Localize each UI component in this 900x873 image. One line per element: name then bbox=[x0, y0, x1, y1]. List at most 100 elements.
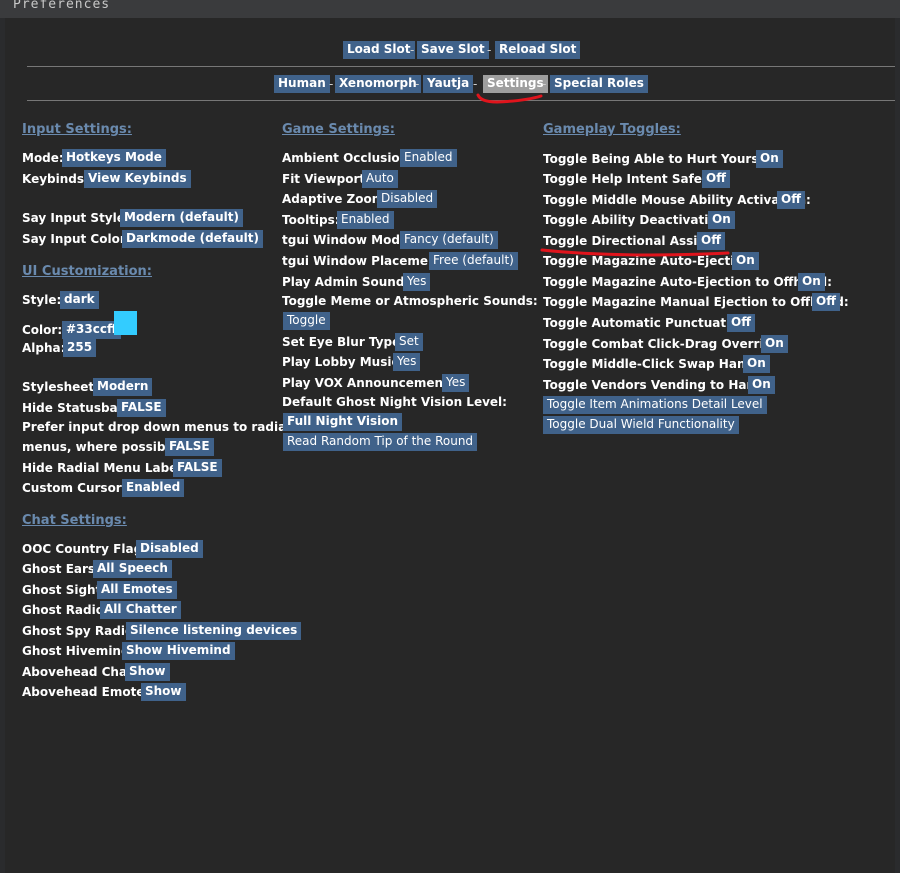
vendors-hands-button[interactable]: On bbox=[748, 376, 775, 394]
hide-radial-labels-label: Hide Radial Menu Labels: bbox=[22, 461, 194, 475]
swap-hands-button[interactable]: On bbox=[743, 355, 770, 373]
abovehead-chat-label: Abovehead Chat: bbox=[22, 665, 138, 679]
hide-statusbar-button[interactable]: FALSE bbox=[117, 399, 166, 417]
ghost-spy-radio-button[interactable]: Silence listening devices bbox=[126, 622, 302, 640]
tgui-window-mode-button[interactable]: Fancy (default) bbox=[400, 231, 498, 249]
admin-sounds-button[interactable]: Yes bbox=[403, 273, 431, 291]
dual-wield-button[interactable]: Toggle Dual Wield Functionality bbox=[543, 416, 739, 434]
chat-settings-heading: Chat Settings: bbox=[22, 513, 127, 528]
tooltips-label: Tooltips: bbox=[282, 213, 340, 227]
eye-blur-label: Set Eye Blur Type: bbox=[282, 335, 406, 349]
night-vision-button[interactable]: Full Night Vision bbox=[283, 413, 402, 431]
mode-button[interactable]: Hotkeys Mode bbox=[62, 149, 166, 167]
ghost-hivemind-button[interactable]: Show Hivemind bbox=[122, 642, 235, 660]
tgui-window-placement-label: tgui Window Placement: bbox=[282, 254, 448, 268]
alpha-label: Alpha: bbox=[22, 341, 66, 355]
lobby-music-label: Play Lobby Music: bbox=[282, 355, 404, 369]
keybinds-button[interactable]: View Keybinds bbox=[84, 170, 191, 188]
tab-yautja[interactable]: Yautja bbox=[423, 75, 474, 93]
radial-menus-button[interactable]: FALSE bbox=[165, 438, 214, 456]
say-input-style-label: Say Input Style: bbox=[22, 211, 130, 225]
load-slot-button[interactable]: Load Slot bbox=[343, 41, 415, 59]
say-input-color-label: Say Input Color: bbox=[22, 232, 131, 246]
ability-deactivation-button[interactable]: On bbox=[708, 211, 735, 229]
ghost-ears-label: Ghost Ears: bbox=[22, 562, 100, 576]
meme-sounds-label: Toggle Meme or Atmospheric Sounds: bbox=[282, 294, 538, 308]
night-vision-label: Default Ghost Night Vision Level: bbox=[282, 395, 507, 409]
meme-sounds-button[interactable]: Toggle bbox=[283, 312, 330, 330]
tgui-window-mode-label: tgui Window Mode: bbox=[282, 233, 413, 247]
abovehead-emotes-button[interactable]: Show bbox=[141, 683, 186, 701]
abovehead-chat-button[interactable]: Show bbox=[125, 663, 170, 681]
auto-ejection-offhand-label: Toggle Magazine Auto-Ejection to Offhand… bbox=[543, 275, 832, 289]
eye-blur-button[interactable]: Set bbox=[395, 333, 423, 351]
radial-menus-label: Prefer input drop down menus to radial bbox=[22, 420, 291, 434]
ambient-occlusion-button[interactable]: Enabled bbox=[400, 149, 457, 167]
divider bbox=[27, 66, 895, 67]
ghost-radio-label: Ghost Radio: bbox=[22, 603, 109, 617]
hurt-yourself-button[interactable]: On bbox=[756, 150, 783, 168]
ghost-sight-label: Ghost Sight: bbox=[22, 583, 107, 597]
tab-special-roles[interactable]: Special Roles bbox=[550, 75, 648, 93]
ghost-radio-button[interactable]: All Chatter bbox=[100, 601, 181, 619]
ambient-occlusion-label: Ambient Occlusion: bbox=[282, 151, 414, 165]
ghost-sight-button[interactable]: All Emotes bbox=[97, 581, 177, 599]
ooc-flag-button[interactable]: Disabled bbox=[136, 540, 203, 558]
hide-statusbar-label: Hide Statusbar: bbox=[22, 401, 129, 415]
mode-label: Mode: bbox=[22, 151, 64, 165]
vendors-hands-label: Toggle Vendors Vending to Hands: bbox=[543, 378, 776, 392]
random-tip-button[interactable]: Read Random Tip of the Round bbox=[283, 433, 478, 451]
tab-separator: - bbox=[542, 77, 547, 91]
vox-announcements-button[interactable]: Yes bbox=[442, 374, 470, 392]
alpha-button[interactable]: 255 bbox=[63, 339, 97, 357]
hide-radial-labels-button[interactable]: FALSE bbox=[173, 459, 222, 477]
save-slot-button[interactable]: Save Slot bbox=[417, 41, 489, 59]
tgui-window-placement-button[interactable]: Free (default) bbox=[429, 252, 518, 270]
lobby-music-button[interactable]: Yes bbox=[393, 353, 421, 371]
say-input-color-button[interactable]: Darkmode (default) bbox=[122, 230, 264, 248]
vox-announcements-label: Play VOX Announcements: bbox=[282, 376, 461, 390]
say-input-style-button[interactable]: Modern (default) bbox=[120, 209, 243, 227]
tab-xenomorph[interactable]: Xenomorph bbox=[335, 75, 421, 93]
ghost-hivemind-label: Ghost Hivemind: bbox=[22, 644, 135, 658]
auto-ejection-offhand-button[interactable]: On bbox=[798, 273, 825, 291]
color-swatch[interactable] bbox=[114, 311, 137, 335]
middle-mouse-button[interactable]: Off bbox=[777, 191, 805, 209]
fit-viewport-button[interactable]: Auto bbox=[362, 170, 398, 188]
auto-punctuation-button[interactable]: Off bbox=[727, 314, 755, 332]
custom-cursors-button[interactable]: Enabled bbox=[122, 479, 185, 497]
ability-deactivation-label: Toggle Ability Deactivation: bbox=[543, 213, 730, 227]
window-right-edge bbox=[895, 18, 900, 873]
input-settings-heading: Input Settings: bbox=[22, 122, 132, 137]
fit-viewport-label: Fit Viewport: bbox=[282, 172, 370, 186]
adaptive-zoom-button[interactable]: Disabled bbox=[377, 190, 438, 208]
admin-sounds-label: Play Admin Sounds: bbox=[282, 275, 417, 289]
manual-ejection-label: Toggle Magazine Manual Ejection to Offha… bbox=[543, 295, 849, 309]
tooltips-button[interactable]: Enabled bbox=[337, 211, 394, 229]
hurt-yourself-label: Toggle Being Able to Hurt Yourself: bbox=[543, 152, 781, 166]
click-drag-label: Toggle Combat Click-Drag Override: bbox=[543, 337, 786, 351]
color-button[interactable]: #33ccff bbox=[62, 321, 121, 339]
divider bbox=[27, 100, 895, 101]
directional-assist-underline-mark bbox=[540, 248, 730, 257]
style-button[interactable]: dark bbox=[60, 291, 99, 309]
tab-settings[interactable]: Settings bbox=[483, 75, 548, 93]
click-drag-button[interactable]: On bbox=[761, 335, 788, 353]
adaptive-zoom-label: Adaptive Zoom: bbox=[282, 192, 390, 206]
color-label: Color: bbox=[22, 323, 63, 337]
ooc-flag-label: OOC Country Flag: bbox=[22, 542, 147, 556]
ui-customization-heading: UI Customization: bbox=[22, 264, 152, 279]
help-intent-label: Toggle Help Intent Safety: bbox=[543, 172, 721, 186]
style-label: Style: bbox=[22, 293, 62, 307]
item-animations-button[interactable]: Toggle Item Animations Detail Level bbox=[543, 396, 767, 414]
reload-slot-button[interactable]: Reload Slot bbox=[495, 41, 581, 59]
manual-ejection-button[interactable]: Off bbox=[812, 293, 840, 311]
ghost-ears-button[interactable]: All Speech bbox=[93, 560, 172, 578]
tab-separator: - bbox=[473, 77, 478, 91]
ghost-spy-radio-label: Ghost Spy Radio: bbox=[22, 624, 139, 638]
preferences-panel: Load Slot - Save Slot - Reload Slot Huma… bbox=[5, 18, 895, 873]
tab-human[interactable]: Human bbox=[274, 75, 330, 93]
stylesheet-button[interactable]: Modern bbox=[93, 378, 153, 396]
settings-underline-mark bbox=[476, 93, 543, 104]
help-intent-button[interactable]: Off bbox=[702, 170, 730, 188]
